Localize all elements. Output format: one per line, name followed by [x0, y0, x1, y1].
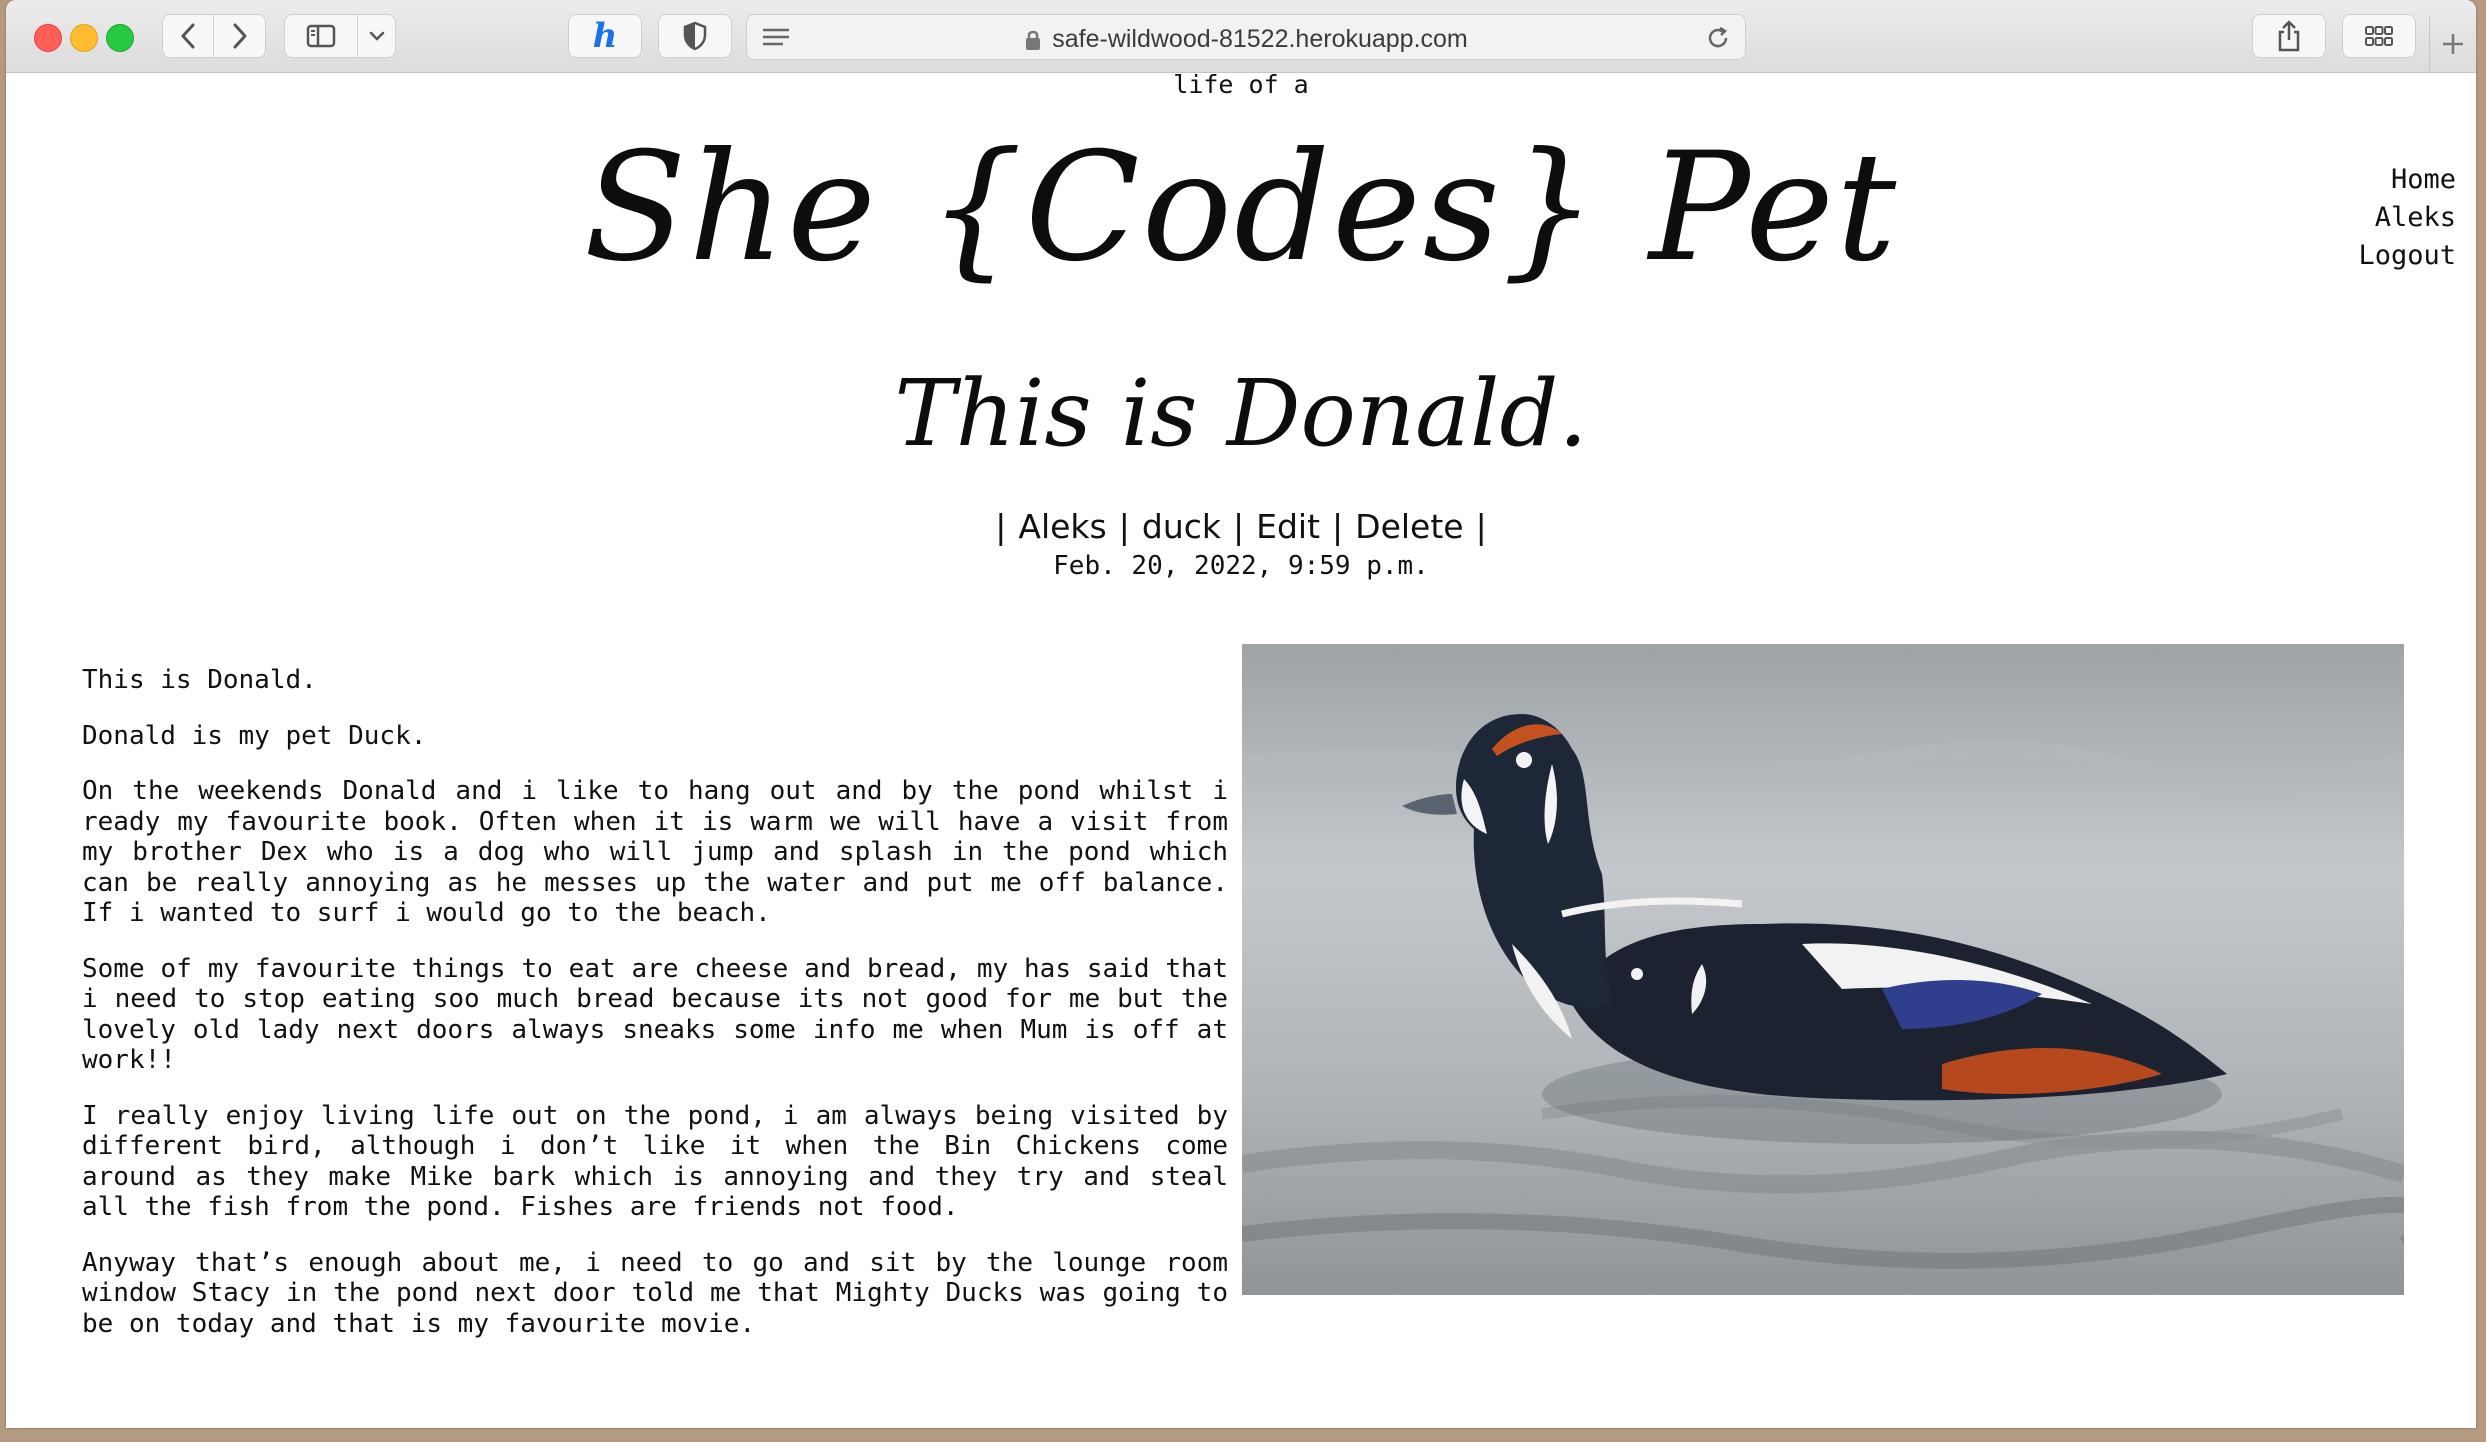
browser-window: h safe-wildwood-81522.herokuapp.com life…: [6, 0, 2476, 1428]
duck-illustration: [1242, 644, 2404, 1295]
meta-separator: |: [1118, 507, 1130, 546]
pet-photo: [1242, 644, 2404, 1295]
address-bar[interactable]: safe-wildwood-81522.herokuapp.com: [746, 14, 1746, 60]
share-button[interactable]: [2252, 14, 2326, 58]
delete-link[interactable]: Delete: [1355, 507, 1463, 546]
post-paragraph: This is Donald.: [82, 665, 317, 695]
site-tagline: life of a: [1173, 73, 1309, 95]
close-window-button[interactable]: [34, 24, 62, 52]
meta-separator: |: [1233, 507, 1245, 546]
nav-logout-link[interactable]: Logout: [2358, 237, 2456, 275]
history-nav: [162, 14, 266, 58]
browser-toolbar: h safe-wildwood-81522.herokuapp.com: [6, 0, 2476, 73]
chevron-right-icon: [233, 23, 246, 49]
nav-profile-link[interactable]: Aleks: [2358, 199, 2456, 237]
sidebar-toggle-button[interactable]: [284, 14, 358, 58]
shield-icon: [683, 21, 707, 51]
reload-icon[interactable]: [1705, 25, 1731, 51]
post-paragraph: On the weekends Donald and i like to han…: [82, 776, 1228, 928]
post-paragraph: Donald is my pet Duck.: [82, 720, 427, 751]
post-paragraph: Anyway that’s enough about me, i need to…: [82, 1247, 1228, 1339]
nav-home-link[interactable]: Home: [2358, 161, 2456, 199]
meta-separator: |: [995, 507, 1007, 546]
forward-button[interactable]: [214, 14, 266, 58]
site-title[interactable]: She {Codes} Pet: [6, 123, 2476, 293]
honey-icon: h: [592, 16, 618, 56]
chevron-left-icon: [181, 23, 195, 49]
post-title: This is Donald.: [894, 360, 1588, 467]
post-body: This is Donald. Donald is my pet Duck. O…: [82, 665, 1228, 1364]
sidebar-menu-button[interactable]: [358, 14, 396, 58]
plus-icon: [2443, 34, 2463, 54]
author-link[interactable]: Aleks: [1018, 507, 1106, 546]
minimize-window-button[interactable]: [70, 24, 98, 52]
privacy-report-button[interactable]: [658, 14, 732, 58]
url-text: safe-wildwood-81522.herokuapp.com: [1052, 25, 1468, 53]
sidebar-icon: [306, 24, 336, 48]
tab-overview-button[interactable]: [2342, 14, 2416, 58]
grid-icon: [2365, 26, 2393, 46]
sidebar-controls: [284, 14, 396, 58]
new-tab-button[interactable]: [2429, 16, 2476, 72]
lock-icon: [1026, 30, 1041, 50]
top-nav: Home Aleks Logout: [2358, 161, 2456, 275]
page-content: life of a She {Codes} Pet Home Aleks Log…: [6, 73, 2476, 1428]
post-date: Feb. 20, 2022, 9:59 p.m.: [1053, 551, 1429, 581]
share-icon: [2278, 20, 2300, 52]
category-link[interactable]: duck: [1142, 507, 1221, 546]
chevron-down-icon: [369, 31, 384, 41]
back-button[interactable]: [162, 14, 214, 58]
edit-link[interactable]: Edit: [1256, 507, 1320, 546]
meta-separator: |: [1332, 507, 1344, 546]
honey-extension-button[interactable]: h: [568, 14, 642, 58]
meta-separator: |: [1475, 507, 1487, 546]
post-meta: | Aleks | duck | Edit | Delete |: [6, 505, 2476, 549]
zoom-window-button[interactable]: [106, 24, 134, 52]
post-paragraph: I really enjoy living life out on the po…: [82, 1100, 1228, 1223]
post-paragraph: Some of my favourite things to eat are c…: [82, 953, 1228, 1076]
